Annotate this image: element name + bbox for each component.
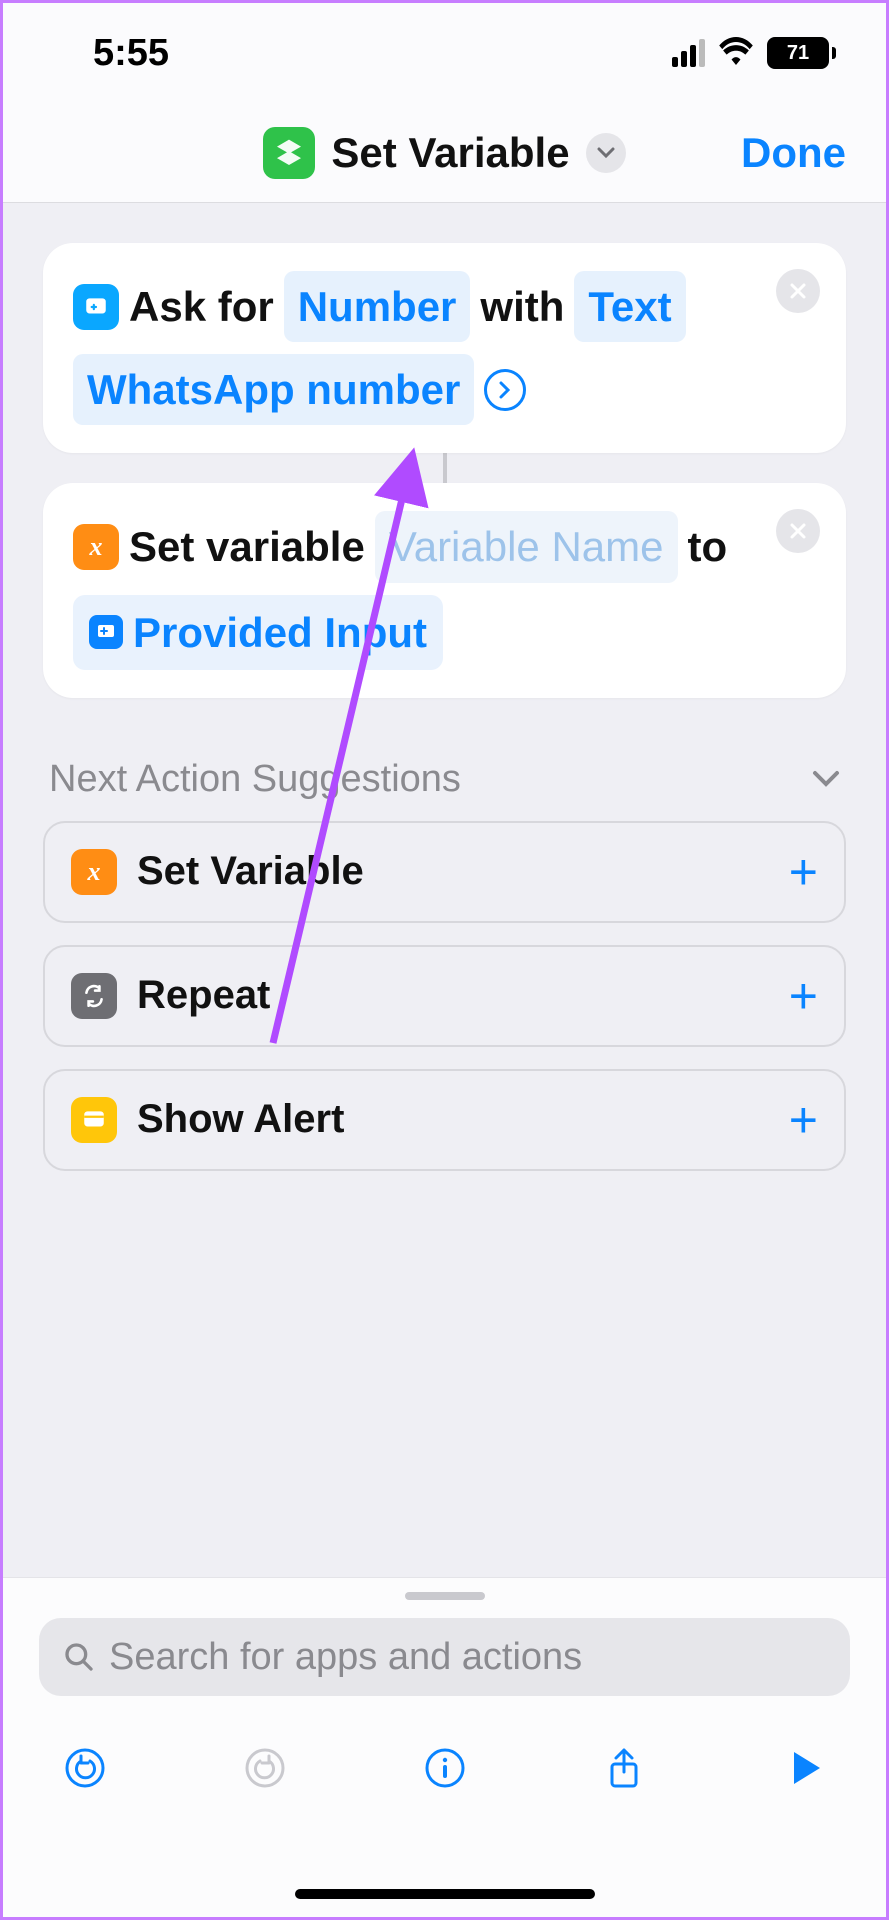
repeat-icon <box>71 973 117 1019</box>
undo-button[interactable] <box>59 1742 111 1794</box>
chevron-down-icon <box>812 770 840 788</box>
add-icon[interactable]: + <box>789 1091 818 1149</box>
ask-type-token[interactable]: Number <box>284 271 471 342</box>
search-input[interactable]: Search for apps and actions <box>39 1618 850 1696</box>
chevron-down-icon[interactable] <box>586 133 626 173</box>
info-button[interactable] <box>419 1742 471 1794</box>
status-bar: 5:55 71 <box>3 3 886 103</box>
battery-indicator: 71 <box>767 37 836 69</box>
search-icon <box>63 1641 95 1673</box>
status-time: 5:55 <box>93 32 169 75</box>
share-button[interactable] <box>598 1742 650 1794</box>
suggestion-label: Set Variable <box>137 849 769 894</box>
search-placeholder: Search for apps and actions <box>109 1636 582 1679</box>
action-connector <box>443 453 447 483</box>
variable-icon: x <box>71 849 117 895</box>
suggestion-label: Show Alert <box>137 1097 769 1142</box>
home-indicator[interactable] <box>295 1889 595 1899</box>
done-button[interactable]: Done <box>741 129 846 177</box>
suggestion-label: Repeat <box>137 973 769 1018</box>
suggestions-header[interactable]: Next Action Suggestions <box>49 758 840 801</box>
delete-action-button[interactable] <box>776 269 820 313</box>
variable-name-field[interactable]: Variable Name <box>375 511 678 582</box>
sheet-grabber[interactable] <box>405 1592 485 1600</box>
setvar-to-label: to <box>688 513 728 580</box>
ask-prompt-type-token[interactable]: Text <box>574 271 685 342</box>
suggestion-set-variable[interactable]: x Set Variable + <box>43 821 846 923</box>
suggestion-repeat[interactable]: Repeat + <box>43 945 846 1047</box>
add-icon[interactable]: + <box>789 843 818 901</box>
action-set-variable[interactable]: x Set variable Variable Name to Provided… <box>43 483 846 697</box>
suggestions-heading-label: Next Action Suggestions <box>49 758 461 801</box>
bottom-sheet: Search for apps and actions <box>3 1577 886 1917</box>
nav-header: Set Variable Done <box>3 103 886 203</box>
disclosure-icon[interactable] <box>484 369 526 411</box>
play-button[interactable] <box>778 1742 830 1794</box>
add-icon[interactable]: + <box>789 967 818 1025</box>
input-icon <box>89 615 123 649</box>
ask-verb-label: Ask for <box>129 273 274 340</box>
nav-title: Set Variable <box>331 129 569 177</box>
variable-icon: x <box>73 524 119 570</box>
ask-with-label: with <box>480 273 564 340</box>
shortcuts-app-icon <box>263 127 315 179</box>
nav-title-button[interactable]: Set Variable <box>263 127 625 179</box>
cellular-icon <box>672 39 705 67</box>
alert-icon <box>71 1097 117 1143</box>
wifi-icon <box>719 37 753 70</box>
suggestion-show-alert[interactable]: Show Alert + <box>43 1069 846 1171</box>
ask-prompt-value-token[interactable]: WhatsApp number <box>73 354 474 425</box>
setvar-verb-label: Set variable <box>129 513 365 580</box>
provided-input-label: Provided Input <box>133 599 427 666</box>
action-ask-for-input[interactable]: Ask for Number with Text WhatsApp number <box>43 243 846 453</box>
provided-input-token[interactable]: Provided Input <box>73 595 443 670</box>
ask-input-icon <box>73 284 119 330</box>
redo-button[interactable] <box>239 1742 291 1794</box>
